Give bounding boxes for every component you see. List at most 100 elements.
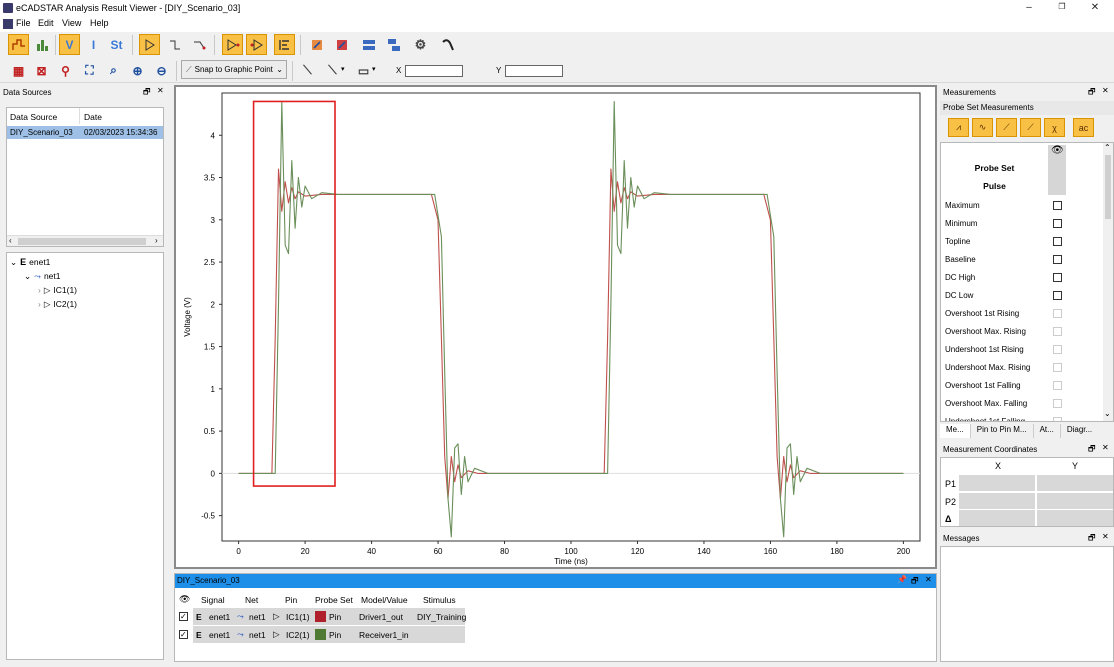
measurement-item[interactable]: Overshoot Max. Rising: [941, 322, 1105, 340]
text-measure-icon[interactable]: ac: [1073, 118, 1094, 137]
eye-icon[interactable]: 👁: [179, 594, 190, 605]
enet-button[interactable]: [274, 34, 295, 55]
probe-color-swatch[interactable]: [315, 629, 326, 640]
fit-icon[interactable]: ⊠: [31, 60, 52, 81]
tree-item-net[interactable]: ⌄ ⤳ net1: [24, 269, 60, 283]
table-row[interactable]: ✓ E enet1 ⤳ net1 ▷ IC1(1) Pin Driver1_ou…: [177, 608, 467, 625]
zoom-in-icon[interactable]: ⊕: [127, 60, 148, 81]
max-min-icon[interactable]: ⩘: [948, 118, 969, 137]
probe-branch-button[interactable]: [188, 34, 209, 55]
float-icon[interactable]: 🗗: [911, 575, 919, 589]
state-button[interactable]: St: [106, 34, 127, 55]
measurement-checkbox[interactable]: [1053, 254, 1062, 264]
gear-icon[interactable]: ⚙: [410, 34, 431, 55]
grid-icon[interactable]: ▦: [8, 60, 29, 81]
measurement-item[interactable]: Minimum: [941, 214, 1105, 232]
tree-item-ic1[interactable]: › ▷ IC1(1): [38, 283, 77, 297]
horizontal-scrollbar[interactable]: ‹ ›: [7, 235, 163, 246]
measurement-checkbox[interactable]: [1053, 398, 1062, 408]
measurement-item[interactable]: Overshoot 1st Rising: [941, 304, 1105, 322]
float-icon[interactable]: 🗗: [1088, 86, 1096, 100]
current-button[interactable]: I: [83, 34, 104, 55]
menu-edit[interactable]: Edit: [38, 18, 54, 28]
close-icon[interactable]: ✕: [1102, 86, 1109, 95]
scroll-thumb[interactable]: [1105, 155, 1111, 219]
scroll-thumb[interactable]: [18, 238, 146, 245]
measurement-checkbox[interactable]: [1053, 380, 1062, 390]
table-row[interactable]: ✓ E enet1 ⤳ net1 ▷ IC2(1) Pin Receiver1_…: [177, 626, 467, 643]
measurement-checkbox[interactable]: [1053, 200, 1062, 210]
minimize-button[interactable]: –: [1022, 2, 1036, 13]
driver-pin-button[interactable]: [222, 34, 243, 55]
measure-icon[interactable]: ⟍: [322, 60, 343, 81]
vertical-scrollbar[interactable]: ⌃ ⌄: [1103, 143, 1113, 421]
zoom-marker-icon[interactable]: ⚲: [55, 60, 76, 81]
restore-button[interactable]: ❐: [1055, 2, 1069, 11]
measurement-checkbox[interactable]: [1053, 416, 1062, 421]
float-icon[interactable]: 🗗: [143, 86, 151, 100]
measurement-checkbox[interactable]: [1053, 272, 1062, 282]
marker-icon[interactable]: ▭: [353, 60, 374, 81]
layout-button[interactable]: [358, 34, 379, 55]
pin-icon[interactable]: 📌: [897, 575, 907, 584]
measurement-checkbox[interactable]: [1053, 290, 1062, 300]
chevron-down-icon[interactable]: ▾: [372, 65, 376, 73]
measurement-checkbox[interactable]: [1053, 308, 1062, 318]
measurement-item[interactable]: Overshoot 1st Falling: [941, 376, 1105, 394]
tab-measurements[interactable]: Me...: [940, 424, 971, 438]
ruler-icon[interactable]: ⟍: [297, 60, 318, 81]
tree-item-enet[interactable]: ⌄ E enet1: [10, 255, 50, 269]
chevron-down-icon[interactable]: ⌄: [1104, 409, 1111, 418]
x-coordinate-field[interactable]: [405, 65, 463, 77]
measurement-checkbox[interactable]: [1053, 362, 1062, 372]
close-icon[interactable]: ✕: [157, 86, 164, 95]
chevron-right-icon[interactable]: ›: [38, 299, 41, 309]
close-icon[interactable]: ✕: [1102, 443, 1109, 452]
float-icon[interactable]: 🗗: [1088, 443, 1096, 457]
chevron-up-icon[interactable]: ⌃: [1104, 143, 1111, 152]
menu-view[interactable]: View: [62, 18, 81, 28]
measurement-item[interactable]: Baseline: [941, 250, 1105, 268]
slope-icon[interactable]: ⟋: [1020, 118, 1041, 137]
chevron-down-icon[interactable]: ⌄: [10, 257, 17, 268]
menu-help[interactable]: Help: [90, 18, 109, 28]
measurement-item[interactable]: Undershoot 1st Rising: [941, 340, 1105, 358]
receiver-pin-button[interactable]: [246, 34, 267, 55]
export-button[interactable]: [306, 34, 327, 55]
tab-diagrams[interactable]: Diagr...: [1061, 424, 1098, 438]
import-button[interactable]: [331, 34, 352, 55]
zoom-fit-icon[interactable]: ⛶: [79, 60, 100, 81]
close-button[interactable]: ✕: [1088, 2, 1102, 13]
close-icon[interactable]: ✕: [925, 575, 932, 584]
row-visible-checkbox[interactable]: ✓: [179, 612, 188, 621]
snap-dropdown[interactable]: ⟋ Snap to Graphic Point ⌄: [181, 60, 287, 79]
probe-net-button[interactable]: [164, 34, 185, 55]
measurement-item[interactable]: Maximum: [941, 196, 1105, 214]
chevron-right-icon[interactable]: ›: [155, 236, 158, 245]
crossing-icon[interactable]: χ: [1044, 118, 1065, 137]
measurement-item[interactable]: Topline: [941, 232, 1105, 250]
close-icon[interactable]: ✕: [1102, 532, 1109, 541]
row-visible-checkbox[interactable]: ✓: [179, 630, 188, 639]
zoom-out-icon[interactable]: ⊖: [151, 60, 172, 81]
measurement-item[interactable]: Undershoot Max. Rising: [941, 358, 1105, 376]
voltage-button[interactable]: V: [59, 34, 80, 55]
measurement-checkbox[interactable]: [1053, 344, 1062, 354]
measurement-item[interactable]: DC High: [941, 268, 1105, 286]
measurement-checkbox[interactable]: [1053, 218, 1062, 228]
y-coordinate-field[interactable]: [505, 65, 563, 77]
measurement-item[interactable]: Overshoot Max. Falling: [941, 394, 1105, 412]
chevron-down-icon[interactable]: ⌄: [24, 271, 31, 282]
measurement-item[interactable]: Undershoot 1st Falling: [941, 412, 1105, 421]
eye-icon[interactable]: 👁: [1051, 145, 1064, 156]
measurement-item[interactable]: DC Low: [941, 286, 1105, 304]
zoom-area-icon[interactable]: ⌕: [103, 60, 124, 81]
chevron-right-icon[interactable]: ›: [38, 285, 41, 295]
probe-driver-button[interactable]: [139, 34, 160, 55]
measurement-checkbox[interactable]: [1053, 326, 1062, 336]
rise-time-icon[interactable]: ⟋: [996, 118, 1017, 137]
overshoot-icon[interactable]: ∿: [972, 118, 993, 137]
chevron-down-icon[interactable]: ▾: [341, 65, 345, 73]
menu-file[interactable]: File: [16, 18, 31, 28]
probe-tool-button[interactable]: [437, 34, 458, 55]
